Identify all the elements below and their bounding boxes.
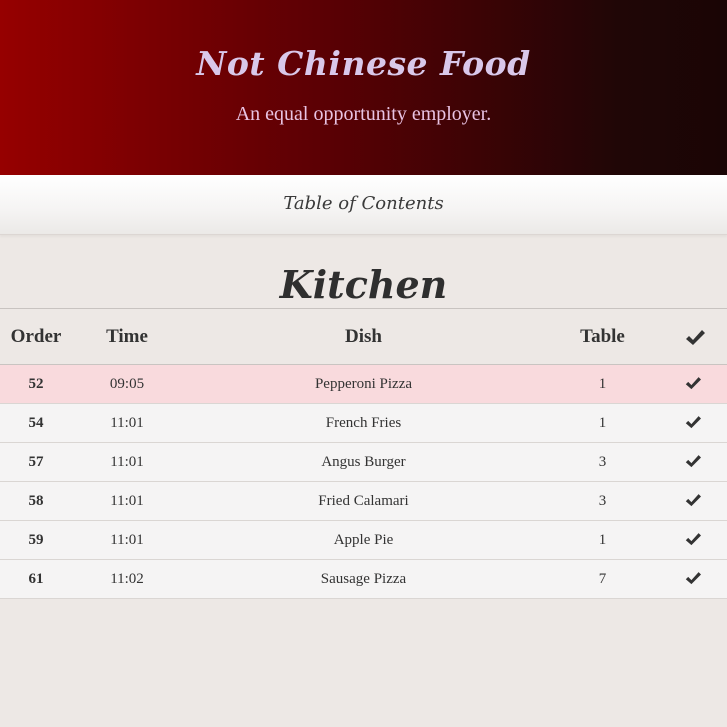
check-icon[interactable]: [685, 454, 703, 470]
order-number-cell: 61: [0, 559, 72, 599]
order-number-cell: 59: [0, 520, 72, 560]
check-icon: [685, 329, 705, 346]
toc-bar: Table of Contents: [0, 175, 727, 235]
order-table-cell: 1: [545, 364, 660, 404]
table-of-contents-link[interactable]: Table of Contents: [283, 193, 443, 214]
mark-done-cell: [660, 520, 727, 560]
column-header-order: Order: [0, 308, 72, 365]
order-time-cell: 11:02: [72, 559, 182, 599]
column-header-dish: Dish: [182, 308, 545, 365]
mark-done-cell: [660, 481, 727, 521]
table-row[interactable]: 57 11:01 Angus Burger 3: [0, 442, 727, 482]
order-dish-cell: Angus Burger: [182, 442, 545, 482]
order-table-cell: 1: [545, 403, 660, 443]
table-row[interactable]: 54 11:01 French Fries 1: [0, 403, 727, 443]
order-dish-cell: Fried Calamari: [182, 481, 545, 521]
table-row[interactable]: 58 11:01 Fried Calamari 3: [0, 481, 727, 521]
column-header-table: Table: [545, 308, 660, 365]
table-row[interactable]: 61 11:02 Sausage Pizza 7: [0, 559, 727, 599]
mark-done-cell: [660, 559, 727, 599]
order-dish-cell: Apple Pie: [182, 520, 545, 560]
table-row[interactable]: 59 11:01 Apple Pie 1: [0, 520, 727, 560]
order-time-cell: 11:01: [72, 520, 182, 560]
mark-done-cell: [660, 364, 727, 404]
brand-title[interactable]: Not Chinese Food: [0, 44, 727, 83]
order-number-cell: 57: [0, 442, 72, 482]
check-icon[interactable]: [685, 415, 703, 431]
mark-done-cell: [660, 403, 727, 443]
column-header-time: Time: [72, 308, 182, 365]
orders-table: Order Time Dish Table 52 09:05 Pepperoni P…: [0, 308, 727, 599]
table-row[interactable]: 52 09:05 Pepperoni Pizza 1: [0, 364, 727, 404]
order-time-cell: 09:05: [72, 364, 182, 404]
check-icon[interactable]: [685, 376, 703, 392]
order-table-cell: 3: [545, 481, 660, 521]
order-number-cell: 54: [0, 403, 72, 443]
order-number-cell: 52: [0, 364, 72, 404]
check-icon[interactable]: [685, 493, 703, 509]
table-header-row: Order Time Dish Table: [0, 308, 727, 365]
column-header-done: [660, 308, 727, 365]
brand-tagline: An equal opportunity employer.: [235, 103, 492, 125]
order-time-cell: 11:01: [72, 442, 182, 482]
order-table-cell: 7: [545, 559, 660, 599]
order-time-cell: 11:01: [72, 481, 182, 521]
order-dish-cell: French Fries: [182, 403, 545, 443]
order-table-cell: 3: [545, 442, 660, 482]
order-time-cell: 11:01: [72, 403, 182, 443]
order-number-cell: 58: [0, 481, 72, 521]
check-icon[interactable]: [685, 571, 703, 587]
orders-table-body: 52 09:05 Pepperoni Pizza 1 54 11:01 French Fri…: [0, 364, 727, 599]
mark-done-cell: [660, 442, 727, 482]
order-table-cell: 1: [545, 520, 660, 560]
check-icon[interactable]: [685, 532, 703, 548]
order-dish-cell: Sausage Pizza: [182, 559, 545, 599]
page-title: Kitchen: [279, 262, 448, 307]
site-header: Not Chinese Food An equal opportunity em…: [0, 0, 727, 175]
order-dish-cell: Pepperoni Pizza: [182, 364, 545, 404]
